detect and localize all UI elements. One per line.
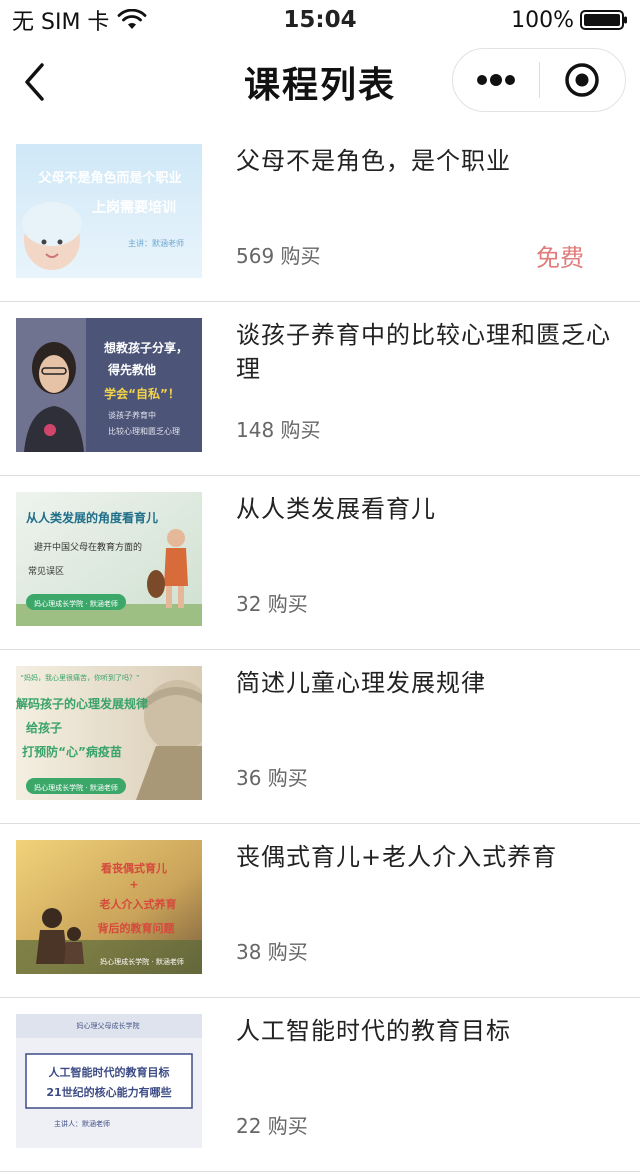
thumb-line2: 上岗需要培训 [92, 199, 176, 216]
course-item[interactable]: 妈心理父母成长学院 人工智能时代的教育目标 21世纪的核心能力有哪些 主讲人：默… [0, 998, 640, 1172]
thumb-line3: 给孩子 [26, 720, 62, 735]
more-dots-icon [476, 74, 515, 86]
course-thumbnail: 妈心理父母成长学院 人工智能时代的教育目标 21世纪的核心能力有哪些 主讲人：默… [16, 1014, 202, 1148]
course-thumbnail: “妈妈，我心里很痛苦，你听到了吗？” 解码孩子的心理发展规律 给孩子 打预防“心… [16, 666, 202, 800]
status-right: 100% [511, 8, 628, 33]
course-thumbnail: 想教孩子分享， 得先教他 学会“自私”！ 谈孩子养育中 比较心理和匮乏心理 [16, 318, 202, 452]
thumb-line3: 21世纪的核心能力有哪些 [46, 1085, 171, 1099]
course-title: 人工智能时代的教育目标 [236, 1017, 511, 1045]
mini-program-capsule [452, 48, 626, 112]
course-thumbnail: 父母不是角色而是个职业 上岗需要培训 主讲：默涵老师 [16, 144, 202, 278]
carrier-label: 无 SIM 卡 [12, 10, 110, 35]
more-button[interactable] [453, 49, 539, 111]
target-circle-icon [565, 63, 599, 97]
thumb-line2: + [129, 878, 138, 891]
thumb-line5: 比较心理和匮乏心理 [108, 426, 180, 436]
course-title: 父母不是角色，是个职业 [236, 147, 511, 175]
thumb-line1: 妈心理父母成长学院 [77, 1021, 140, 1030]
thumb-line4: 谈孩子养育中 [108, 410, 156, 420]
course-item[interactable]: 看丧偶式育儿 + 老人介入式养育 背后的教育问题 妈心理成长学院 · 默涵老师 … [0, 824, 640, 998]
purchase-count: 38 购买 [236, 940, 308, 964]
thumb-line1: 看丧偶式育儿 [101, 861, 167, 875]
thumb-line2: 得先教他 [107, 362, 156, 377]
course-item[interactable]: “妈妈，我心里很痛苦，你听到了吗？” 解码孩子的心理发展规律 给孩子 打预防“心… [0, 650, 640, 824]
course-title: 丧偶式育儿+老人介入式养育 [236, 843, 558, 871]
thumb-line3: 常见误区 [28, 565, 64, 577]
purchase-count: 148 购买 [236, 418, 321, 442]
thumb-line4: 打预防“心”病疫苗 [22, 744, 122, 759]
course-thumbnail: 从人类发展的角度看育儿 避开中国父母在教育方面的 常见误区 妈心理成长学院 · … [16, 492, 202, 626]
purchase-count: 569 购买 [236, 244, 321, 268]
thumb-line5: 妈心理成长学院 · 默涵老师 [100, 957, 184, 966]
wifi-icon [118, 9, 147, 29]
battery-percent: 100% [511, 7, 574, 33]
thumb-line1: 父母不是角色而是个职业 [37, 170, 181, 186]
battery-icon [580, 10, 627, 30]
course-item[interactable]: 父母不是角色而是个职业 上岗需要培训 主讲：默涵老师 父母不是角色，是个职业 5… [0, 128, 640, 302]
course-item[interactable]: 想教孩子分享， 得先教他 学会“自私”！ 谈孩子养育中 比较心理和匮乏心理 谈孩… [0, 302, 640, 476]
thumb-line2: 解码孩子的心理发展规律 [16, 696, 148, 711]
thumb-line4: 妈心理成长学院 · 默涵老师 [34, 599, 118, 608]
course-list: 父母不是角色而是个职业 上岗需要培训 主讲：默涵老师 父母不是角色，是个职业 5… [0, 128, 640, 1172]
thumb-line4: 背后的教育问题 [98, 921, 176, 935]
thumb-line1: “妈妈，我心里很痛苦，你听到了吗？” [20, 673, 139, 682]
close-button[interactable] [540, 49, 626, 111]
course-title: 从人类发展看育儿 [236, 495, 436, 523]
status-left: 无 SIM 卡 [12, 4, 147, 36]
course-thumbnail: 看丧偶式育儿 + 老人介入式养育 背后的教育问题 妈心理成长学院 · 默涵老师 [16, 840, 202, 974]
thumb-line3: 主讲：默涵老师 [128, 238, 184, 248]
purchase-count: 36 购买 [236, 766, 308, 790]
purchase-count: 32 购买 [236, 592, 308, 616]
thumb-line3: 学会“自私”！ [104, 386, 180, 401]
thumb-line4: 主讲人：默涵老师 [54, 1119, 110, 1128]
price-label: 免费 [536, 244, 584, 272]
course-title: 谈孩子养育中的比较心理和匮乏心理 [236, 321, 611, 383]
thumb-line1: 从人类发展的角度看育儿 [26, 510, 158, 525]
purchase-count: 22 购买 [236, 1114, 308, 1138]
thumb-line5: 妈心理成长学院 · 默涵老师 [34, 783, 118, 792]
course-title: 简述儿童心理发展规律 [236, 669, 486, 697]
back-button[interactable] [14, 60, 54, 104]
nav-bar: 课程列表 [0, 40, 640, 124]
thumb-line1: 想教孩子分享， [103, 340, 188, 355]
status-bar: 无 SIM 卡 100% [0, 0, 640, 40]
chevron-left-icon [25, 63, 44, 101]
thumb-line2: 人工智能时代的教育目标 [49, 1065, 170, 1079]
thumb-line3: 老人介入式养育 [99, 897, 177, 911]
thumb-line2: 避开中国父母在教育方面的 [34, 541, 142, 553]
course-item[interactable]: 从人类发展的角度看育儿 避开中国父母在教育方面的 常见误区 妈心理成长学院 · … [0, 476, 640, 650]
